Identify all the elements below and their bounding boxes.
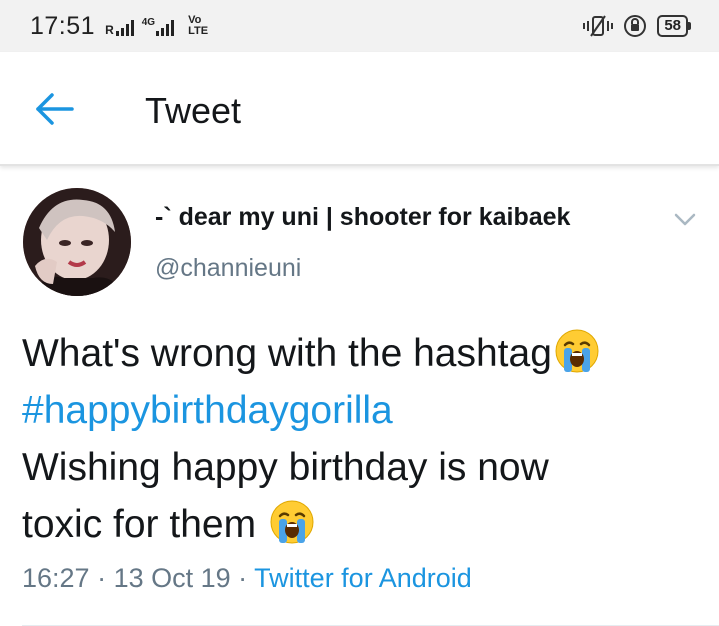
- status-time: 17:51: [30, 11, 96, 40]
- back-button[interactable]: [34, 90, 76, 128]
- loudly-crying-face-icon: [270, 500, 314, 544]
- display-name[interactable]: -` dear my uni | shooter for kaibaek: [155, 203, 570, 232]
- tweet-menu-button[interactable]: [670, 207, 700, 231]
- roaming-indicator: R: [105, 23, 114, 37]
- battery-level: 58: [657, 15, 688, 37]
- meta-separator: ·: [230, 563, 255, 593]
- tweet-text: What's wrong with the hashtag #happybirt…: [22, 325, 702, 553]
- tweet-time: 16:27: [22, 563, 90, 593]
- tweet-date: 13 Oct 19: [113, 563, 231, 593]
- volte-bottom: LTE: [188, 25, 209, 37]
- data-saver-icon: [624, 15, 647, 37]
- volte-icon: Vo LTE: [188, 15, 208, 37]
- tweet-line-3: Wishing happy birthday is now: [22, 446, 549, 489]
- tweet-text-line-4: toxic for them: [22, 503, 267, 546]
- tweet-line-4: toxic for them: [22, 496, 702, 553]
- tweet-text-line-1: What's wrong with the hashtag: [22, 332, 552, 375]
- meta-separator: ·: [89, 563, 114, 593]
- vibrate-icon: [583, 15, 614, 37]
- tweet-source-link[interactable]: Twitter for Android: [254, 563, 472, 593]
- loudly-crying-face-icon: [555, 329, 599, 373]
- tweet-line-1: What's wrong with the hashtag: [22, 325, 702, 382]
- tweet-meta: 16:27 · 13 Oct 19 · Twitter for Android: [22, 563, 472, 594]
- arrow-left-icon: [36, 93, 74, 125]
- app-header: Tweet: [0, 52, 719, 166]
- avatar-photo: [23, 188, 131, 296]
- signal-2-icon: 4G: [141, 16, 175, 36]
- user-handle[interactable]: @channieuni: [155, 254, 301, 283]
- network-type: 4G: [141, 17, 156, 28]
- status-bar: 17:51 R 4G Vo LTE 58: [0, 0, 719, 52]
- battery-icon: 58: [657, 15, 691, 37]
- page-title: Tweet: [145, 90, 242, 131]
- chevron-down-icon: [674, 213, 696, 226]
- avatar[interactable]: [23, 188, 131, 296]
- signal-1-icon: R: [105, 16, 134, 36]
- hashtag-link[interactable]: #happybirthdaygorilla: [22, 382, 702, 439]
